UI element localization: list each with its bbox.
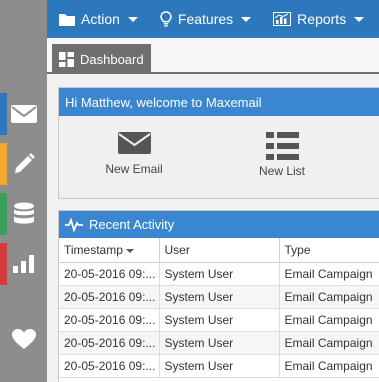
list-icon xyxy=(265,132,299,160)
column-header-user[interactable]: User xyxy=(159,238,280,263)
chart-icon xyxy=(273,12,292,26)
chevron-down-icon xyxy=(354,16,365,22)
new-email-label: New Email xyxy=(105,162,163,176)
column-header-type[interactable]: Type xyxy=(279,238,379,263)
column-header-label: Type xyxy=(284,242,311,257)
heart-icon xyxy=(11,329,36,349)
activity-table: Timestamp User Type 20-05-2016 09:... Sy… xyxy=(59,238,379,378)
table-row[interactable]: 20-05-2016 09:... System User Email Camp… xyxy=(59,262,379,286)
activity-icon xyxy=(65,217,83,232)
envelope-icon xyxy=(10,105,37,123)
database-icon xyxy=(13,202,34,224)
action-menu[interactable]: Action xyxy=(47,0,148,38)
sidebar-item-email[interactable] xyxy=(0,93,47,135)
tab-dashboard-label: Dashboard xyxy=(80,51,144,67)
envelope-icon xyxy=(117,132,151,154)
table-row[interactable]: 20-05-2016 09:... System User Email Camp… xyxy=(59,331,379,355)
cell-type: Email Campaign xyxy=(279,285,379,309)
reports-menu[interactable]: Reports xyxy=(261,0,374,38)
sidebar-item-data[interactable] xyxy=(0,193,47,235)
cell-user: System User xyxy=(159,354,280,378)
chevron-down-icon xyxy=(241,16,252,22)
lightbulb-icon xyxy=(160,11,172,27)
welcome-panel: Hi Matthew, welcome to Maxemail New Emai… xyxy=(58,87,379,199)
recent-activity-title: Recent Activity xyxy=(89,217,175,232)
column-header-timestamp[interactable]: Timestamp xyxy=(59,238,160,263)
cell-type: Email Campaign xyxy=(279,354,379,378)
table-row[interactable]: 20-05-2016 09:... System User Email Camp… xyxy=(59,354,379,378)
cell-timestamp: 20-05-2016 09:... xyxy=(59,354,160,378)
cell-type: Email Campaign xyxy=(279,308,379,332)
new-list-button[interactable]: New List xyxy=(242,132,322,178)
welcome-title: Hi Matthew, welcome to Maxemail xyxy=(59,88,379,116)
cell-type: Email Campaign xyxy=(279,262,379,286)
features-menu-label: Features xyxy=(177,11,234,27)
action-menu-label: Action xyxy=(81,11,120,27)
tab-dashboard[interactable]: Dashboard xyxy=(52,44,151,74)
sort-desc-icon xyxy=(125,248,134,253)
top-menu-bar: Action Features Reports xyxy=(47,0,379,38)
tab-strip: Dashboard xyxy=(47,38,379,74)
column-header-label: Timestamp xyxy=(64,242,123,257)
sidebar-accent xyxy=(0,243,7,285)
pencil-icon xyxy=(14,153,35,173)
sidebar-item-reports[interactable] xyxy=(0,243,47,285)
dashboard-icon xyxy=(59,51,74,67)
cell-timestamp: 20-05-2016 09:... xyxy=(59,308,160,332)
sidebar-accent xyxy=(0,143,7,185)
sidebar-item-favourites[interactable] xyxy=(0,318,47,360)
recent-activity-panel: Recent Activity Timestamp User Type 20-0… xyxy=(58,210,379,382)
new-list-label: New List xyxy=(258,164,305,178)
cell-user: System User xyxy=(159,331,280,355)
sidebar-accent xyxy=(0,193,7,235)
sidebar-item-edit[interactable] xyxy=(0,143,47,185)
table-row[interactable]: 20-05-2016 09:... System User Email Camp… xyxy=(59,308,379,332)
cell-timestamp: 20-05-2016 09:... xyxy=(59,262,160,286)
left-sidebar xyxy=(0,0,47,382)
table-row[interactable]: 20-05-2016 09:... System User Email Camp… xyxy=(59,285,379,309)
new-email-button[interactable]: New Email xyxy=(94,132,174,176)
recent-activity-header: Recent Activity xyxy=(59,211,379,238)
cell-timestamp: 20-05-2016 09:... xyxy=(59,331,160,355)
folder-icon xyxy=(59,13,75,26)
column-header-label: User xyxy=(164,242,190,257)
sidebar-accent xyxy=(0,93,7,135)
cell-user: System User xyxy=(159,308,280,332)
chevron-down-icon xyxy=(127,16,138,22)
cell-user: System User xyxy=(159,262,280,286)
cell-type: Email Campaign xyxy=(279,331,379,355)
reports-menu-label: Reports xyxy=(297,11,347,27)
features-menu[interactable]: Features xyxy=(148,0,261,38)
cell-timestamp: 20-05-2016 09:... xyxy=(59,285,160,309)
table-header-row: Timestamp User Type xyxy=(59,238,379,263)
cell-user: System User xyxy=(159,285,280,309)
bar-chart-icon xyxy=(12,255,34,273)
